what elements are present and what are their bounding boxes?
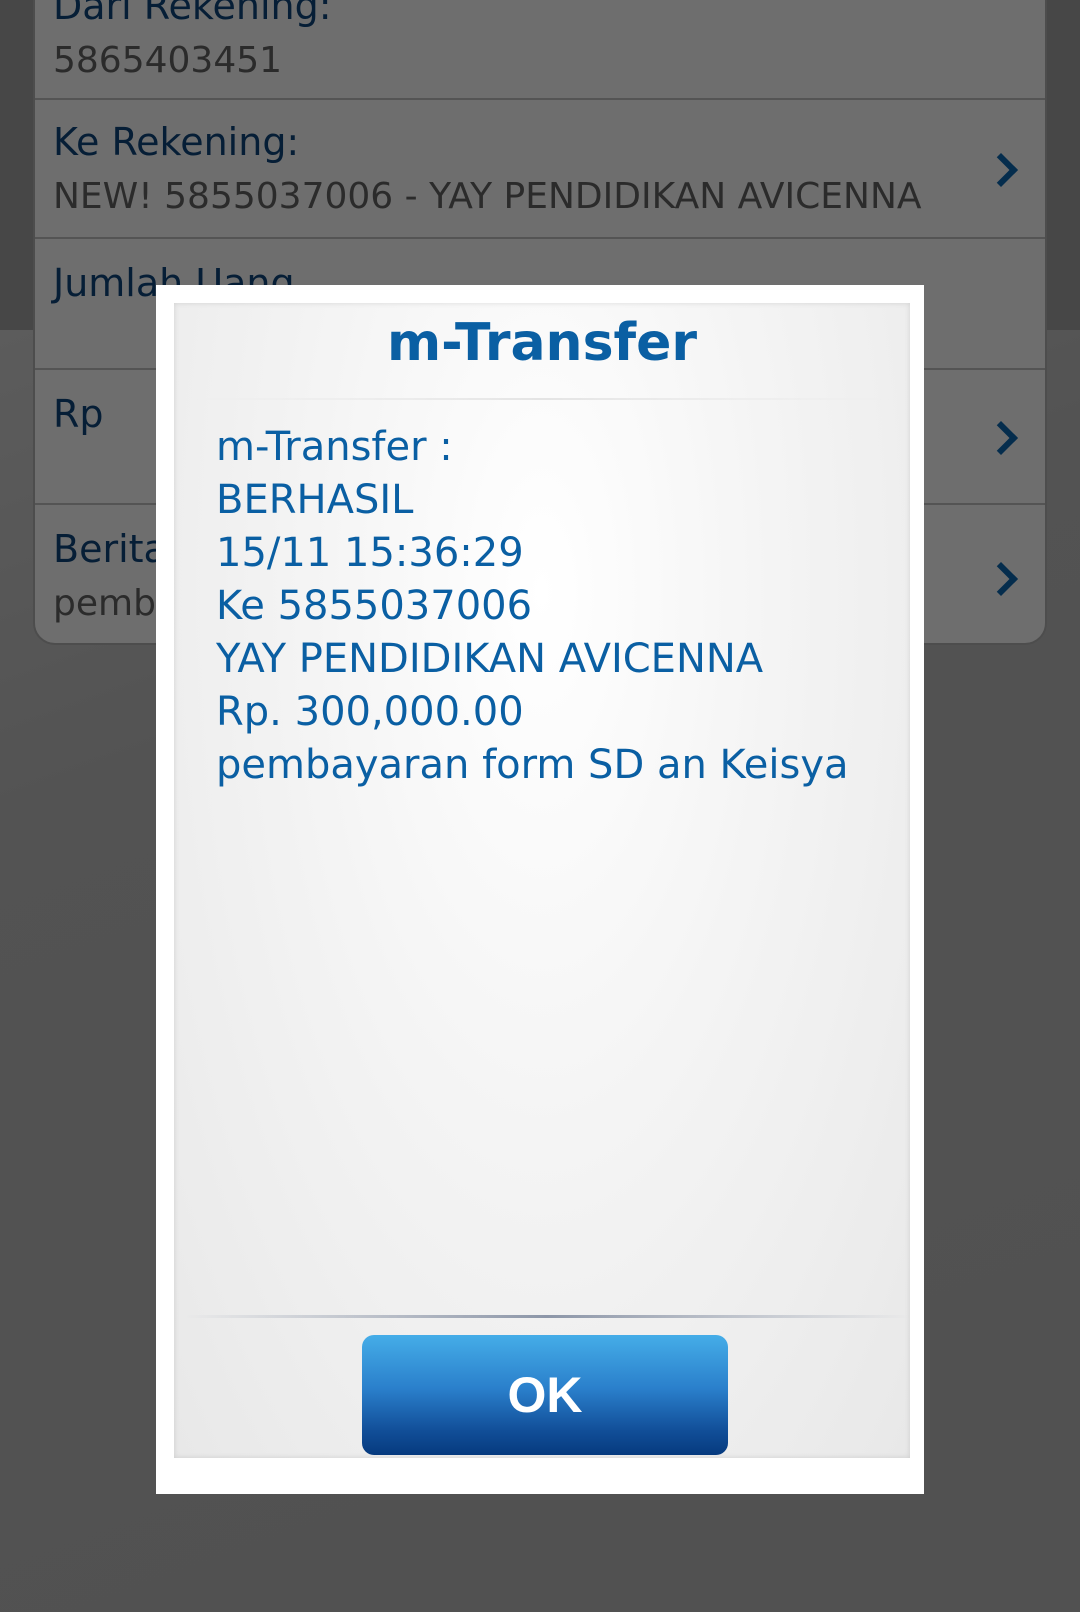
- message-line: m-Transfer :: [216, 424, 453, 470]
- result-message: m-Transfer : BERHASIL 15/11 15:36:29 Ke …: [216, 421, 886, 792]
- transfer-result-dialog: m-Transfer m-Transfer : BERHASIL 15/11 1…: [156, 285, 924, 1494]
- recipient-name-text: YAY PENDIDIKAN AVICENNA: [216, 636, 764, 682]
- destination-account-text: Ke 5855037006: [216, 583, 533, 629]
- dialog-title: m-Transfer: [386, 313, 698, 373]
- amount-text: Rp. 300,000.00: [216, 689, 524, 735]
- status-text: BERHASIL: [216, 477, 414, 523]
- ok-button[interactable]: OK: [362, 1335, 728, 1455]
- title-divider: [194, 398, 890, 400]
- timestamp-text: 15/11 15:36:29: [216, 530, 524, 576]
- footer-divider: [184, 1315, 910, 1318]
- dialog-body: m-Transfer m-Transfer : BERHASIL 15/11 1…: [174, 303, 910, 1458]
- note-text: pembayaran form SD an Keisya: [216, 742, 849, 788]
